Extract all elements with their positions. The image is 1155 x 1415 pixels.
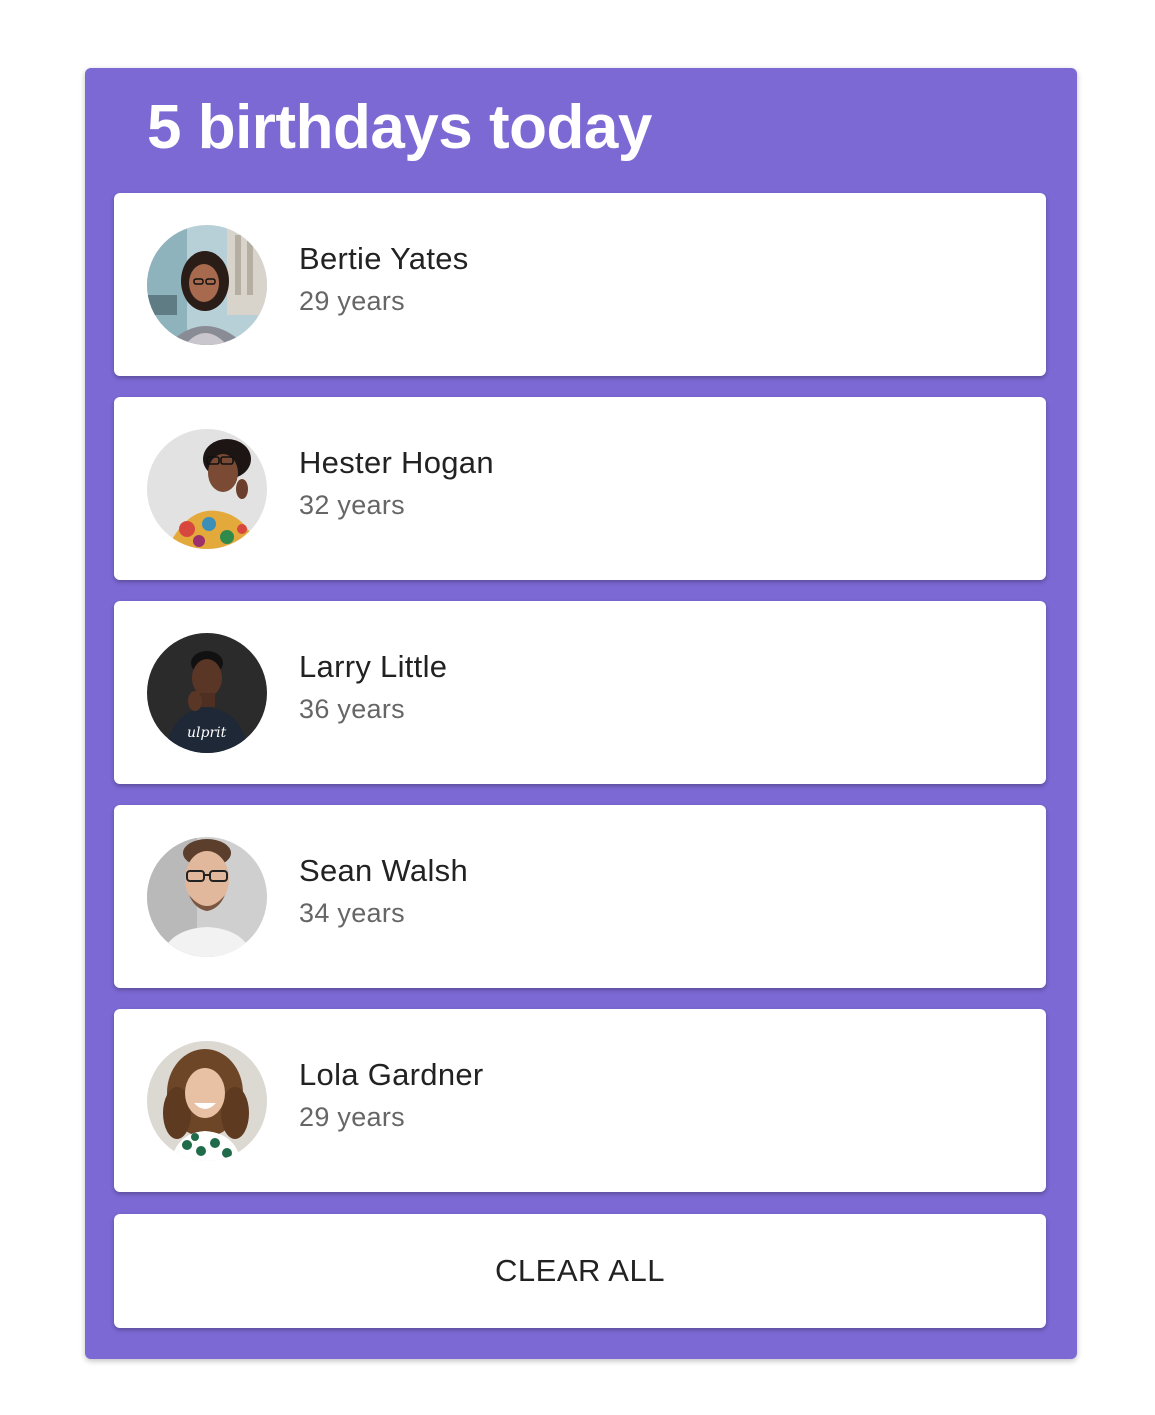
avatar xyxy=(147,1041,267,1161)
person-name: Sean Walsh xyxy=(299,853,468,888)
person-name: Hester Hogan xyxy=(299,445,494,480)
person-age: 34 years xyxy=(299,898,405,928)
person-name: Bertie Yates xyxy=(299,241,469,276)
person-name: Lola Gardner xyxy=(299,1057,484,1092)
page-title: 5 birthdays today xyxy=(147,93,652,162)
svg-text:ulprit: ulprit xyxy=(187,725,227,741)
avatar xyxy=(147,225,267,345)
person-age: 29 years xyxy=(299,286,405,316)
person-photo-larry: ulprit xyxy=(147,633,267,753)
person-photo-bertie xyxy=(147,225,267,345)
person-age: 29 years xyxy=(299,1102,405,1132)
birthday-list: Bertie Yates 29 years Hester Hogan 32 ye… xyxy=(114,193,1046,1213)
person-age: 36 years xyxy=(299,694,405,724)
list-item: ulprit Larry Little 36 years xyxy=(114,601,1046,784)
list-item: Bertie Yates 29 years xyxy=(114,193,1046,376)
person-name: Larry Little xyxy=(299,649,448,684)
list-item: Sean Walsh 34 years xyxy=(114,805,1046,988)
avatar xyxy=(147,837,267,957)
list-item: Hester Hogan 32 years xyxy=(114,397,1046,580)
person-info: Hester Hogan 32 years xyxy=(299,443,494,523)
person-photo-hester xyxy=(147,429,267,549)
person-age: 32 years xyxy=(299,490,405,520)
person-photo-sean xyxy=(147,837,267,957)
person-info: Larry Little 36 years xyxy=(299,647,447,727)
avatar: ulprit xyxy=(147,633,267,753)
clear-all-button[interactable]: CLEAR ALL xyxy=(114,1214,1046,1328)
avatar xyxy=(147,429,267,549)
list-item: Lola Gardner 29 years xyxy=(114,1009,1046,1192)
birthday-panel: 5 birthdays today Bertie Yates 29 years … xyxy=(85,68,1077,1359)
person-info: Lola Gardner 29 years xyxy=(299,1055,484,1135)
person-photo-lola xyxy=(147,1041,267,1161)
person-info: Sean Walsh 34 years xyxy=(299,851,468,931)
person-info: Bertie Yates 29 years xyxy=(299,239,469,319)
